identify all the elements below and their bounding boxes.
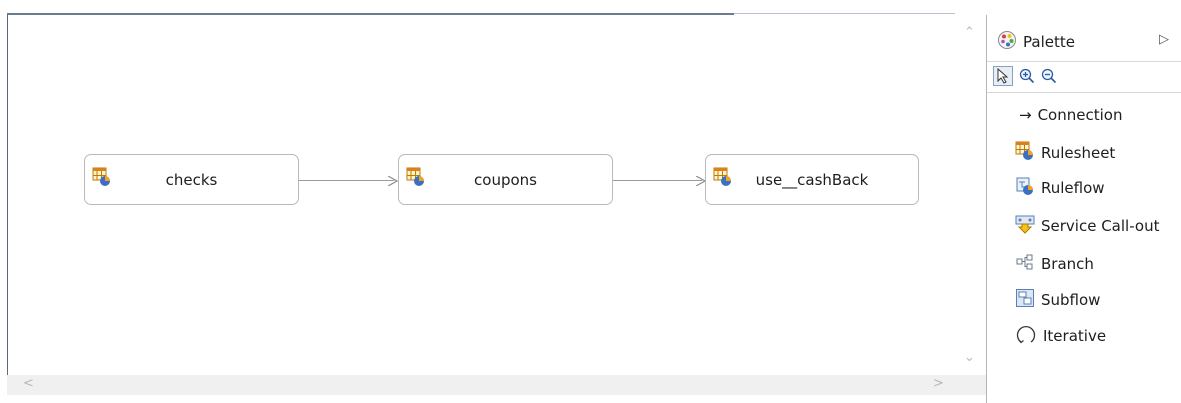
palette-item-iterative[interactable]: Iterative [1015,325,1106,347]
rulesheet-node-use-cashback[interactable]: use__cashBack [705,154,919,205]
node-label: checks [165,171,218,189]
horizontal-scrollbar[interactable]: < > [7,375,987,395]
palette-item-label: Subflow [1041,291,1101,309]
palette-item-service-call-out[interactable]: Service Call-out [1015,215,1159,237]
canvas-top-border [7,13,734,15]
connection-coupons-cashback[interactable] [612,180,702,181]
connection-checks-coupons[interactable] [298,180,394,181]
chevron-right-icon[interactable]: > [933,376,944,391]
palette-item-label: Iterative [1043,327,1107,345]
palette-item-label: Ruleflow [1041,179,1105,197]
arrowhead-icon [388,176,398,186]
rulesheet-node-coupons[interactable]: coupons [398,154,613,205]
rulesheet-node-checks[interactable]: checks [84,154,299,205]
palette-header[interactable]: Palette [997,30,1075,54]
palette-panel: Palette ▷ → Connection Rulesheet Ruleflo… [986,15,1181,403]
palette-item-label: Branch [1041,255,1094,273]
palette-item-label: Connection [1037,106,1123,124]
subflow-icon [1015,288,1035,312]
node-label: coupons [474,171,537,189]
zoom-out-icon[interactable] [1039,66,1059,86]
collapse-palette-icon[interactable]: ▷ [1159,32,1169,47]
palette-item-label: Rulesheet [1041,144,1116,162]
iterative-icon [1015,323,1037,349]
palette-icon [997,30,1017,54]
palette-item-subflow[interactable]: Subflow [1015,289,1100,311]
zoom-in-icon[interactable] [1017,66,1037,86]
rulesheet-icon [1015,141,1035,165]
node-label: use__cashBack [755,171,869,189]
palette-item-label: Service Call-out [1041,217,1160,235]
palette-toolbar [987,61,1181,93]
palette-item-connection[interactable]: → Connection [1019,104,1122,126]
ruleflow-icon [1015,176,1035,200]
arrow-right-icon: → [1019,106,1032,124]
service-call-out-icon [1015,214,1035,238]
palette-item-branch[interactable]: Branch [1015,253,1094,275]
palette-title: Palette [1023,33,1075,51]
chevron-up-icon[interactable]: ⌃ [964,25,975,40]
branch-icon [1015,252,1035,276]
palette-item-ruleflow[interactable]: Ruleflow [1015,177,1105,199]
select-tool-icon[interactable] [993,66,1013,86]
palette-item-rulesheet[interactable]: Rulesheet [1015,141,1116,165]
chevron-left-icon[interactable]: < [23,376,34,391]
chevron-down-icon[interactable]: ⌄ [964,350,975,365]
vertical-scrollbar[interactable]: ⌃ ⌄ [955,15,986,378]
